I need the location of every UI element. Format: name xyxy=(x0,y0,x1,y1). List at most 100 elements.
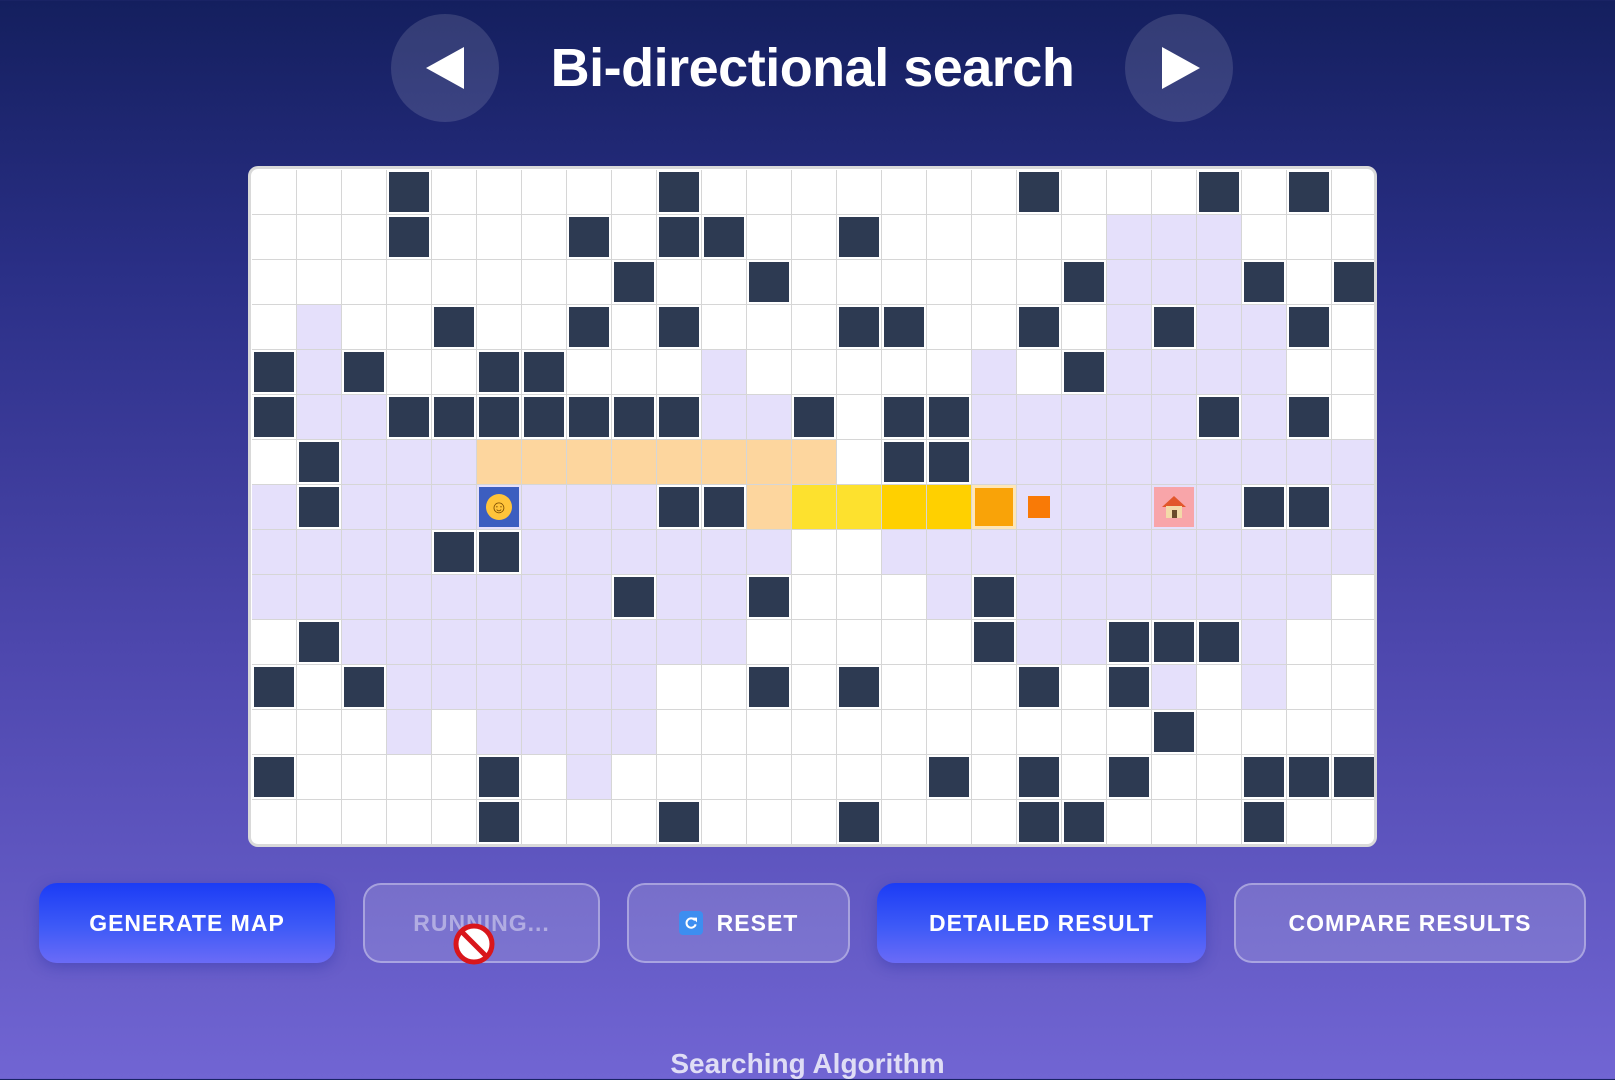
grid-cell-empty[interactable] xyxy=(747,800,791,844)
grid-cell-empty[interactable] xyxy=(702,800,746,844)
grid-cell-visited[interactable] xyxy=(1197,575,1241,619)
grid-cell-empty[interactable] xyxy=(972,305,1016,349)
grid-cell-empty[interactable] xyxy=(792,350,836,394)
grid-cell-visited[interactable] xyxy=(702,530,746,574)
grid-cell-empty[interactable] xyxy=(387,305,431,349)
grid-cell-empty[interactable] xyxy=(1062,755,1106,799)
grid-cell-empty[interactable] xyxy=(387,350,431,394)
grid-cell-wall[interactable] xyxy=(252,395,296,439)
grid-cell-wall[interactable] xyxy=(1152,620,1196,664)
grid-cell-visited[interactable] xyxy=(342,620,386,664)
grid-cell-empty[interactable] xyxy=(477,260,521,304)
grid-cell-empty[interactable] xyxy=(702,665,746,709)
grid-cell-empty[interactable] xyxy=(387,800,431,844)
grid-cell-visited[interactable] xyxy=(1242,530,1286,574)
grid-cell-wall[interactable] xyxy=(342,665,386,709)
grid-cell-visited[interactable] xyxy=(297,305,341,349)
grid-cell-visited[interactable] xyxy=(1242,575,1286,619)
grid-cell-visited[interactable] xyxy=(567,485,611,529)
grid-cell-path[interactable] xyxy=(567,440,611,484)
grid-cell-wall[interactable] xyxy=(1332,260,1374,304)
grid-cell-frontier[interactable] xyxy=(972,485,1016,529)
grid-cell-empty[interactable] xyxy=(1242,710,1286,754)
grid-cell-wall[interactable] xyxy=(477,395,521,439)
grid-cell-visited[interactable] xyxy=(432,440,476,484)
grid-cell-wall[interactable] xyxy=(657,395,701,439)
grid-cell-visited[interactable] xyxy=(1107,305,1151,349)
grid-cell-wall[interactable] xyxy=(1287,485,1331,529)
grid-cell-empty[interactable] xyxy=(747,305,791,349)
grid-cell-wall[interactable] xyxy=(837,665,881,709)
grid-cell-path[interactable] xyxy=(747,485,791,529)
grid-cell-empty[interactable] xyxy=(837,170,881,214)
grid-cell-visited[interactable] xyxy=(432,575,476,619)
grid-cell-wall[interactable] xyxy=(1242,260,1286,304)
grid-cell-visited[interactable] xyxy=(1152,215,1196,259)
grid-cell-visited[interactable] xyxy=(927,530,971,574)
grid-cell-wall[interactable] xyxy=(837,305,881,349)
grid-cell-empty[interactable] xyxy=(972,170,1016,214)
grid-cell-empty[interactable] xyxy=(1287,350,1331,394)
grid-cell-visited[interactable] xyxy=(612,710,656,754)
grid-cell-empty[interactable] xyxy=(297,800,341,844)
grid-cell-visited[interactable] xyxy=(297,350,341,394)
grid-cell-wall[interactable] xyxy=(927,755,971,799)
grid-cell-visited[interactable] xyxy=(1107,575,1151,619)
grid-cell-empty[interactable] xyxy=(1152,170,1196,214)
grid-cell-path[interactable] xyxy=(612,440,656,484)
grid-cell-visited[interactable] xyxy=(567,665,611,709)
grid-cell-empty[interactable] xyxy=(567,260,611,304)
goal-node[interactable] xyxy=(1152,485,1196,529)
grid-cell-empty[interactable] xyxy=(1332,215,1374,259)
grid-cell-visited[interactable] xyxy=(612,485,656,529)
grid-cell-empty[interactable] xyxy=(1332,620,1374,664)
grid-cell-empty[interactable] xyxy=(1332,395,1374,439)
grid-cell-empty[interactable] xyxy=(747,350,791,394)
grid-cell-empty[interactable] xyxy=(837,710,881,754)
grid-cell-visited[interactable] xyxy=(387,665,431,709)
grid-cell-empty[interactable] xyxy=(342,710,386,754)
grid-cell-visited[interactable] xyxy=(1332,485,1374,529)
grid-cell-wall[interactable] xyxy=(1242,485,1286,529)
grid-cell-visited[interactable] xyxy=(567,620,611,664)
grid-cell-wall[interactable] xyxy=(1197,170,1241,214)
grid-cell-wall[interactable] xyxy=(1197,620,1241,664)
grid-cell-empty[interactable] xyxy=(1332,710,1374,754)
grid-cell-empty[interactable] xyxy=(972,755,1016,799)
grid-cell-empty[interactable] xyxy=(342,800,386,844)
grid-cell-empty[interactable] xyxy=(342,260,386,304)
grid-cell-visited[interactable] xyxy=(1197,485,1241,529)
grid-cell-empty[interactable] xyxy=(252,260,296,304)
grid-cell-wall[interactable] xyxy=(1017,800,1061,844)
grid-cell-empty[interactable] xyxy=(792,305,836,349)
grid-cell-empty[interactable] xyxy=(837,530,881,574)
grid-cell-empty[interactable] xyxy=(252,215,296,259)
grid-cell-wall[interactable] xyxy=(657,215,701,259)
grid-cell-visited[interactable] xyxy=(297,575,341,619)
grid-cell-empty[interactable] xyxy=(702,755,746,799)
grid-cell-empty[interactable] xyxy=(432,755,476,799)
grid-cell-visited[interactable] xyxy=(702,395,746,439)
grid-cell-visited[interactable] xyxy=(1062,395,1106,439)
grid-cell-path[interactable] xyxy=(792,440,836,484)
grid-cell-wall[interactable] xyxy=(702,215,746,259)
grid-cell-empty[interactable] xyxy=(882,170,926,214)
grid-cell-empty[interactable] xyxy=(1332,350,1374,394)
grid-cell-visited[interactable] xyxy=(747,530,791,574)
grid-cell-wall[interactable] xyxy=(657,485,701,529)
grid-cell-visited[interactable] xyxy=(612,620,656,664)
grid-cell-visited[interactable] xyxy=(1152,440,1196,484)
grid-cell-empty[interactable] xyxy=(792,215,836,259)
grid-cell-visited[interactable] xyxy=(1197,440,1241,484)
grid-cell-empty[interactable] xyxy=(1197,800,1241,844)
grid-cell-empty[interactable] xyxy=(792,260,836,304)
grid-cell-empty[interactable] xyxy=(882,710,926,754)
grid-cell-empty[interactable] xyxy=(432,170,476,214)
grid-cell-visited[interactable] xyxy=(702,620,746,664)
grid-cell-wall[interactable] xyxy=(1287,395,1331,439)
grid-cell-empty[interactable] xyxy=(612,215,656,259)
compare-results-button[interactable]: COMPARE RESULTS xyxy=(1234,883,1586,963)
grid-cell-wall[interactable] xyxy=(1152,710,1196,754)
grid-cell-empty[interactable] xyxy=(1107,710,1151,754)
grid-cell-wall[interactable] xyxy=(1062,350,1106,394)
